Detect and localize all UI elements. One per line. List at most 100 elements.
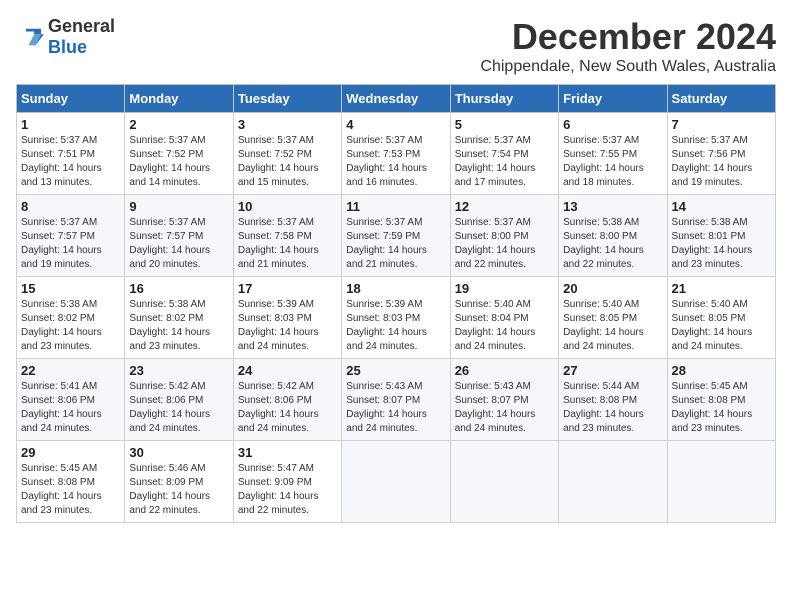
day-info: Sunrise: 5:37 AMSunset: 7:59 PMDaylight:… xyxy=(346,216,445,272)
day-number: 12 xyxy=(455,199,554,214)
logo-icon xyxy=(16,26,44,48)
table-row: 9 Sunrise: 5:37 AMSunset: 7:57 PMDayligh… xyxy=(125,195,233,277)
day-info: Sunrise: 5:37 AMSunset: 7:55 PMDaylight:… xyxy=(563,134,662,190)
table-row: 26 Sunrise: 5:43 AMSunset: 8:07 PMDaylig… xyxy=(450,359,558,441)
day-info: Sunrise: 5:45 AMSunset: 8:08 PMDaylight:… xyxy=(21,462,120,518)
day-number: 16 xyxy=(129,281,228,296)
header-wednesday: Wednesday xyxy=(342,85,450,113)
table-row: 5 Sunrise: 5:37 AMSunset: 7:54 PMDayligh… xyxy=(450,113,558,195)
calendar-table: Sunday Monday Tuesday Wednesday Thursday… xyxy=(16,84,776,523)
table-row: 20 Sunrise: 5:40 AMSunset: 8:05 PMDaylig… xyxy=(559,277,667,359)
table-row: 19 Sunrise: 5:40 AMSunset: 8:04 PMDaylig… xyxy=(450,277,558,359)
logo-blue: Blue xyxy=(48,37,87,57)
day-number: 23 xyxy=(129,363,228,378)
day-info: Sunrise: 5:39 AMSunset: 8:03 PMDaylight:… xyxy=(346,298,445,354)
day-info: Sunrise: 5:44 AMSunset: 8:08 PMDaylight:… xyxy=(563,380,662,436)
day-info: Sunrise: 5:37 AMSunset: 7:53 PMDaylight:… xyxy=(346,134,445,190)
day-info: Sunrise: 5:37 AMSunset: 7:52 PMDaylight:… xyxy=(129,134,228,190)
logo-text: General Blue xyxy=(48,16,115,58)
day-number: 19 xyxy=(455,281,554,296)
table-row: 23 Sunrise: 5:42 AMSunset: 8:06 PMDaylig… xyxy=(125,359,233,441)
day-number: 21 xyxy=(672,281,771,296)
table-row: 10 Sunrise: 5:37 AMSunset: 7:58 PMDaylig… xyxy=(233,195,341,277)
day-number: 14 xyxy=(672,199,771,214)
table-row: 12 Sunrise: 5:37 AMSunset: 8:00 PMDaylig… xyxy=(450,195,558,277)
table-row: 18 Sunrise: 5:39 AMSunset: 8:03 PMDaylig… xyxy=(342,277,450,359)
weekday-header-row: Sunday Monday Tuesday Wednesday Thursday… xyxy=(17,85,776,113)
header-thursday: Thursday xyxy=(450,85,558,113)
day-info: Sunrise: 5:40 AMSunset: 8:04 PMDaylight:… xyxy=(455,298,554,354)
table-row xyxy=(667,441,775,523)
table-row: 21 Sunrise: 5:40 AMSunset: 8:05 PMDaylig… xyxy=(667,277,775,359)
table-row: 24 Sunrise: 5:42 AMSunset: 8:06 PMDaylig… xyxy=(233,359,341,441)
calendar-week-row: 29 Sunrise: 5:45 AMSunset: 8:08 PMDaylig… xyxy=(17,441,776,523)
day-info: Sunrise: 5:37 AMSunset: 7:57 PMDaylight:… xyxy=(21,216,120,272)
day-number: 8 xyxy=(21,199,120,214)
logo: General Blue xyxy=(16,16,115,58)
table-row: 30 Sunrise: 5:46 AMSunset: 8:09 PMDaylig… xyxy=(125,441,233,523)
day-number: 7 xyxy=(672,117,771,132)
day-number: 15 xyxy=(21,281,120,296)
day-number: 9 xyxy=(129,199,228,214)
day-info: Sunrise: 5:41 AMSunset: 8:06 PMDaylight:… xyxy=(21,380,120,436)
header-friday: Friday xyxy=(559,85,667,113)
day-info: Sunrise: 5:47 AMSunset: 9:09 PMDaylight:… xyxy=(238,462,337,518)
day-info: Sunrise: 5:37 AMSunset: 7:51 PMDaylight:… xyxy=(21,134,120,190)
day-info: Sunrise: 5:43 AMSunset: 8:07 PMDaylight:… xyxy=(346,380,445,436)
day-info: Sunrise: 5:38 AMSunset: 8:02 PMDaylight:… xyxy=(129,298,228,354)
day-number: 26 xyxy=(455,363,554,378)
table-row: 27 Sunrise: 5:44 AMSunset: 8:08 PMDaylig… xyxy=(559,359,667,441)
table-row: 28 Sunrise: 5:45 AMSunset: 8:08 PMDaylig… xyxy=(667,359,775,441)
table-row: 11 Sunrise: 5:37 AMSunset: 7:59 PMDaylig… xyxy=(342,195,450,277)
day-number: 17 xyxy=(238,281,337,296)
day-number: 13 xyxy=(563,199,662,214)
day-number: 30 xyxy=(129,445,228,460)
table-row: 1 Sunrise: 5:37 AMSunset: 7:51 PMDayligh… xyxy=(17,113,125,195)
header-sunday: Sunday xyxy=(17,85,125,113)
table-row: 22 Sunrise: 5:41 AMSunset: 8:06 PMDaylig… xyxy=(17,359,125,441)
header-area: General Blue December 2024 Chippendale, … xyxy=(16,16,776,76)
day-number: 25 xyxy=(346,363,445,378)
day-number: 10 xyxy=(238,199,337,214)
day-number: 4 xyxy=(346,117,445,132)
day-number: 11 xyxy=(346,199,445,214)
day-info: Sunrise: 5:38 AMSunset: 8:00 PMDaylight:… xyxy=(563,216,662,272)
table-row: 31 Sunrise: 5:47 AMSunset: 9:09 PMDaylig… xyxy=(233,441,341,523)
day-number: 29 xyxy=(21,445,120,460)
day-number: 3 xyxy=(238,117,337,132)
header-tuesday: Tuesday xyxy=(233,85,341,113)
day-number: 28 xyxy=(672,363,771,378)
logo-general: General xyxy=(48,16,115,36)
calendar-week-row: 8 Sunrise: 5:37 AMSunset: 7:57 PMDayligh… xyxy=(17,195,776,277)
day-info: Sunrise: 5:37 AMSunset: 7:56 PMDaylight:… xyxy=(672,134,771,190)
table-row: 15 Sunrise: 5:38 AMSunset: 8:02 PMDaylig… xyxy=(17,277,125,359)
table-row: 7 Sunrise: 5:37 AMSunset: 7:56 PMDayligh… xyxy=(667,113,775,195)
day-number: 5 xyxy=(455,117,554,132)
day-number: 27 xyxy=(563,363,662,378)
day-info: Sunrise: 5:40 AMSunset: 8:05 PMDaylight:… xyxy=(672,298,771,354)
table-row: 3 Sunrise: 5:37 AMSunset: 7:52 PMDayligh… xyxy=(233,113,341,195)
table-row xyxy=(559,441,667,523)
day-info: Sunrise: 5:45 AMSunset: 8:08 PMDaylight:… xyxy=(672,380,771,436)
day-info: Sunrise: 5:39 AMSunset: 8:03 PMDaylight:… xyxy=(238,298,337,354)
day-info: Sunrise: 5:38 AMSunset: 8:02 PMDaylight:… xyxy=(21,298,120,354)
day-info: Sunrise: 5:43 AMSunset: 8:07 PMDaylight:… xyxy=(455,380,554,436)
day-info: Sunrise: 5:40 AMSunset: 8:05 PMDaylight:… xyxy=(563,298,662,354)
table-row: 13 Sunrise: 5:38 AMSunset: 8:00 PMDaylig… xyxy=(559,195,667,277)
table-row: 17 Sunrise: 5:39 AMSunset: 8:03 PMDaylig… xyxy=(233,277,341,359)
day-info: Sunrise: 5:37 AMSunset: 7:54 PMDaylight:… xyxy=(455,134,554,190)
table-row: 6 Sunrise: 5:37 AMSunset: 7:55 PMDayligh… xyxy=(559,113,667,195)
day-info: Sunrise: 5:46 AMSunset: 8:09 PMDaylight:… xyxy=(129,462,228,518)
calendar-week-row: 1 Sunrise: 5:37 AMSunset: 7:51 PMDayligh… xyxy=(17,113,776,195)
header-saturday: Saturday xyxy=(667,85,775,113)
table-row: 25 Sunrise: 5:43 AMSunset: 8:07 PMDaylig… xyxy=(342,359,450,441)
day-number: 22 xyxy=(21,363,120,378)
day-number: 18 xyxy=(346,281,445,296)
day-number: 24 xyxy=(238,363,337,378)
table-row: 4 Sunrise: 5:37 AMSunset: 7:53 PMDayligh… xyxy=(342,113,450,195)
day-info: Sunrise: 5:37 AMSunset: 7:57 PMDaylight:… xyxy=(129,216,228,272)
day-number: 31 xyxy=(238,445,337,460)
table-row: 8 Sunrise: 5:37 AMSunset: 7:57 PMDayligh… xyxy=(17,195,125,277)
day-info: Sunrise: 5:37 AMSunset: 7:52 PMDaylight:… xyxy=(238,134,337,190)
header-monday: Monday xyxy=(125,85,233,113)
